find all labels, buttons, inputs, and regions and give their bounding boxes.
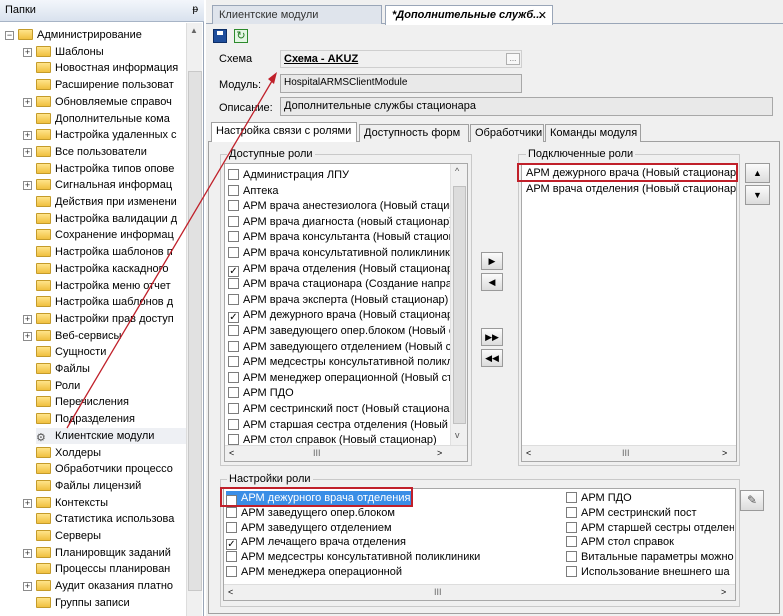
annotation-arrow (66, 72, 277, 429)
